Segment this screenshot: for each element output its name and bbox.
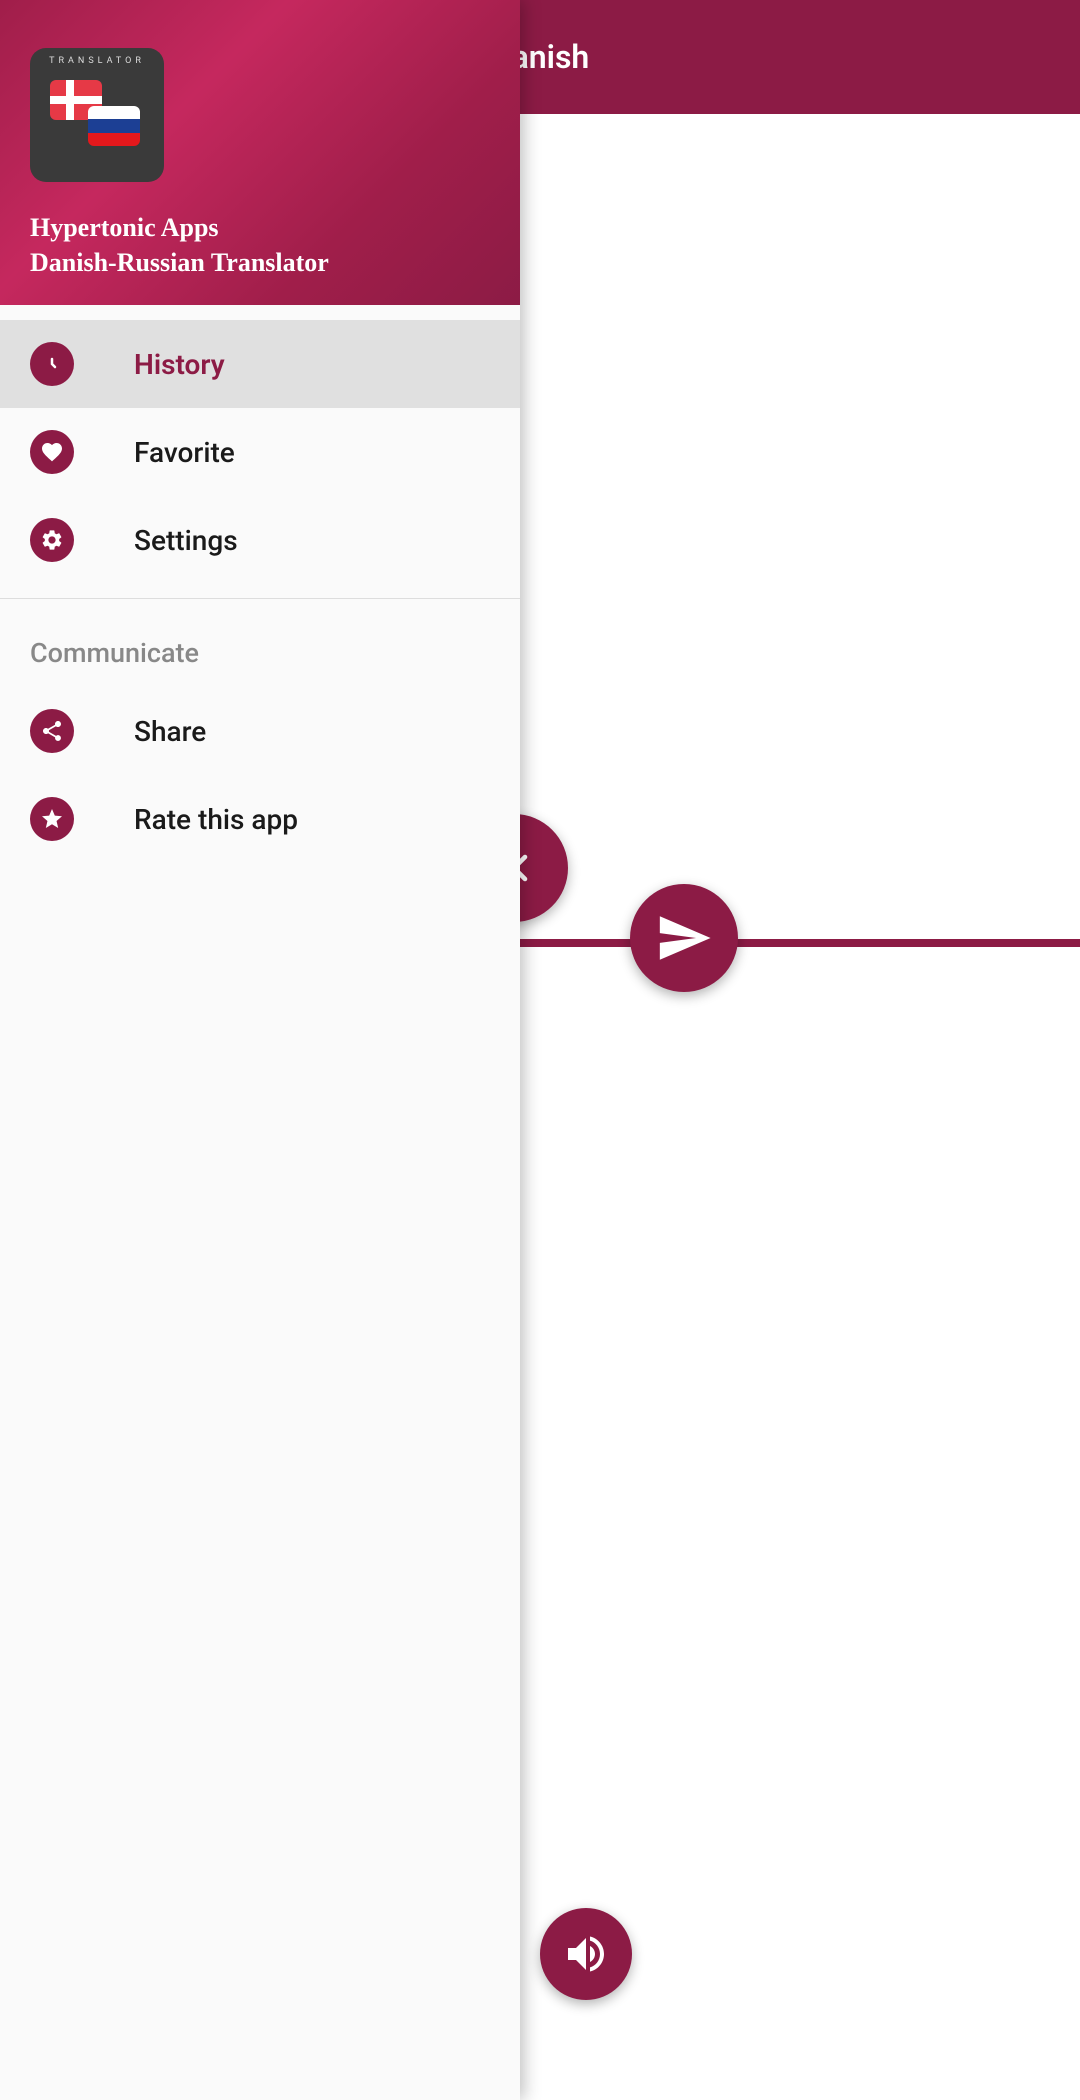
drawer-item-rate[interactable]: Rate this app (0, 775, 520, 863)
gear-icon (30, 518, 74, 562)
section-divider (0, 598, 520, 599)
navigation-drawer: TRANSLATOR Hypertonic Apps Danish-Russia… (0, 0, 520, 2100)
drawer-header: TRANSLATOR Hypertonic Apps Danish-Russia… (0, 0, 520, 305)
heart-icon (30, 430, 74, 474)
drawer-item-settings[interactable]: Settings (0, 496, 520, 584)
clock-icon (30, 342, 74, 386)
app-icon: TRANSLATOR (30, 48, 164, 182)
section-header-communicate: Communicate (0, 613, 520, 687)
drawer-item-label: Rate this app (134, 803, 298, 836)
send-icon (655, 909, 713, 967)
app-icon-label: TRANSLATOR (30, 56, 164, 66)
share-icon (30, 709, 74, 753)
translate-button[interactable] (630, 884, 738, 992)
drawer-item-share[interactable]: Share (0, 687, 520, 775)
drawer-item-label: Favorite (134, 436, 235, 469)
drawer-title: Hypertonic Apps Danish-Russian Translato… (30, 210, 490, 280)
drawer-title-line2: Danish-Russian Translator (30, 245, 490, 280)
star-icon (30, 797, 74, 841)
drawer-list: History Favorite Settings Communicate Sh… (0, 305, 520, 863)
speaker-icon (562, 1930, 610, 1978)
drawer-item-history[interactable]: History (0, 320, 520, 408)
drawer-item-label: Settings (134, 524, 238, 557)
drawer-item-label: Share (134, 715, 206, 748)
drawer-item-label: History (134, 348, 225, 381)
drawer-item-favorite[interactable]: Favorite (0, 408, 520, 496)
russian-flag-icon (88, 106, 140, 146)
drawer-title-line1: Hypertonic Apps (30, 210, 490, 245)
speak-button[interactable] (540, 1908, 632, 2000)
